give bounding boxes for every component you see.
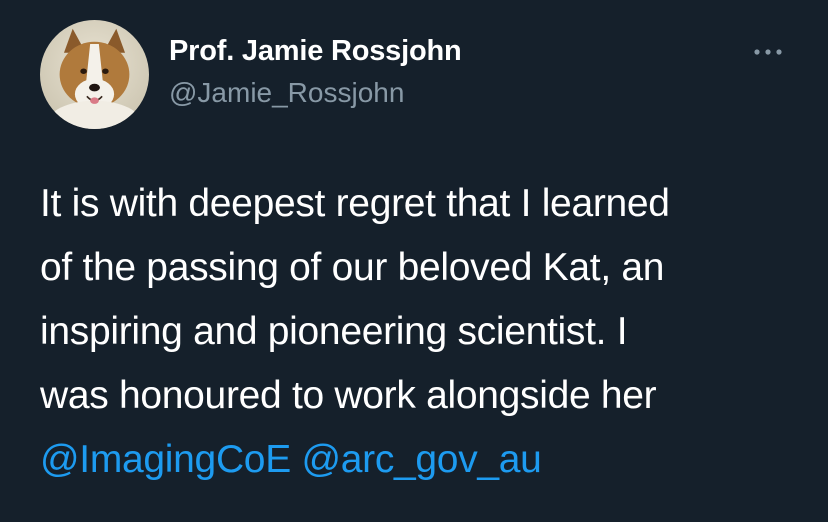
tweet-mentions-line: @ImagingCoE @arc_gov_au: [40, 428, 800, 492]
tweet-text: It is with deepest regret that I learned…: [40, 172, 800, 492]
author-handle[interactable]: @Jamie_Rossjohn: [169, 77, 404, 109]
mention-link-arc-gov-au[interactable]: @arc_gov_au: [301, 438, 541, 481]
tweet-text-line: of the passing of our beloved Kat, an: [40, 246, 665, 289]
mention-link-imagingcoe[interactable]: @ImagingCoE: [40, 438, 291, 481]
more-horizontal-icon: [754, 49, 782, 55]
tweet-text-line: inspiring and pioneering scientist. I: [40, 310, 628, 353]
author-display-name[interactable]: Prof. Jamie Rossjohn: [169, 35, 462, 68]
tweet-text-line: was honoured to work alongside her: [40, 374, 657, 417]
tweet-text-line: It is with deepest regret that I learned: [40, 182, 670, 225]
tweet-card: Prof. Jamie Rossjohn @Jamie_Rossjohn It …: [0, 0, 828, 522]
author-avatar[interactable]: [40, 20, 149, 129]
more-options-button[interactable]: [746, 40, 790, 64]
dog-avatar-icon: [40, 20, 149, 129]
